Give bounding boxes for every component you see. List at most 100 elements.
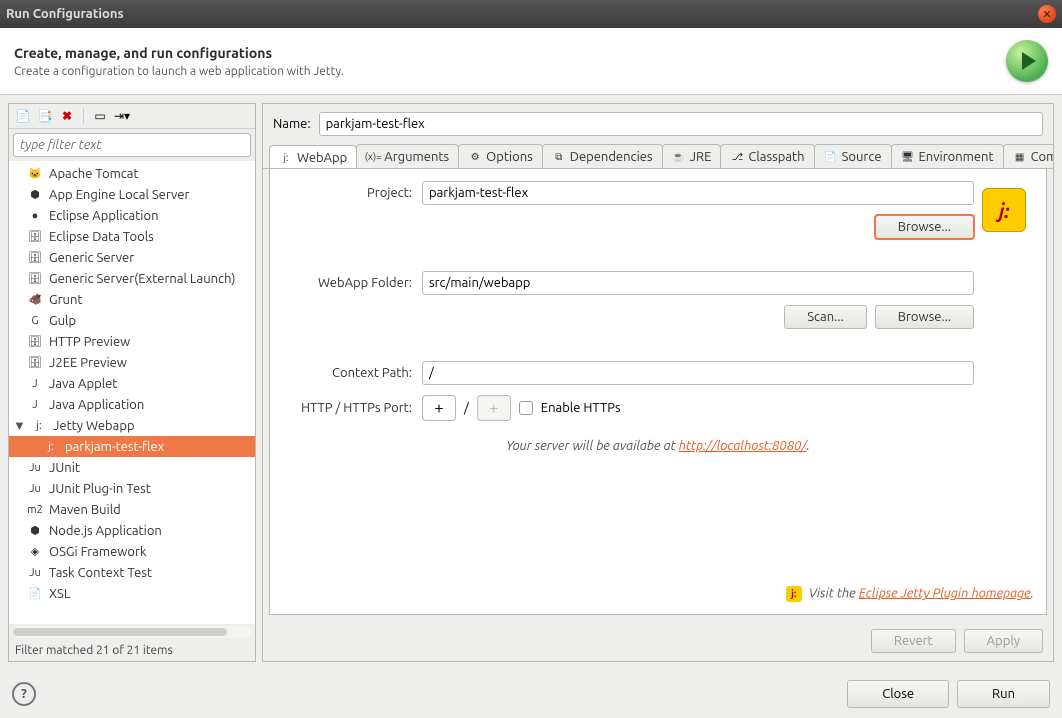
tab-label: Classpath — [748, 150, 804, 164]
webapp-folder-input[interactable] — [422, 271, 974, 295]
config-type-icon: 🗄 — [27, 355, 43, 371]
config-tree[interactable]: 🐱Apache Tomcat ⬢ App Engine Local Server ●E… — [9, 161, 255, 624]
tab-icon: ⚙ — [468, 150, 482, 164]
tree-item[interactable]: JuTask Context Test — [9, 562, 255, 583]
tree-item-label: Maven Build — [49, 503, 121, 517]
folder-browse-button[interactable]: Browse... — [875, 305, 974, 329]
tab-webapp[interactable]: j:WebApp — [269, 145, 357, 169]
header-title: Create, manage, and run configurations — [14, 45, 1006, 61]
close-button[interactable]: Close — [847, 680, 949, 708]
tab-label: Environment — [919, 150, 994, 164]
tree-item[interactable]: Ju JUnit Plug-in Test — [9, 478, 255, 499]
tab-arguments[interactable]: (x)=Arguments — [356, 144, 459, 168]
config-type-icon: ⬢ — [27, 187, 43, 203]
config-type-icon: ● — [27, 208, 43, 224]
tree-item[interactable]: 🗄HTTP Preview — [9, 331, 255, 352]
tree-item[interactable]: ▼j:Jetty Webapp — [9, 415, 255, 436]
tree-item-label: JUnit Plug-in Test — [49, 482, 151, 496]
jetty-logo: j: — [982, 188, 1026, 232]
config-type-icon: 🗄 — [27, 250, 43, 266]
tree-item-label: Java Application — [49, 398, 144, 412]
tree-item[interactable]: JJava Application — [9, 394, 255, 415]
server-info: Your server will be availabe at http://l… — [282, 439, 1034, 453]
tab-icon: ⧉ — [552, 150, 566, 164]
enable-https-checkbox[interactable] — [519, 401, 533, 415]
expand-arrow-icon[interactable]: ▼ — [13, 418, 25, 433]
tree-item-label: Generic Server — [49, 251, 134, 265]
tab-common[interactable]: ▦Common — [1003, 144, 1053, 168]
tab-label: WebApp — [297, 151, 347, 165]
delete-config-icon[interactable]: ✖ — [59, 108, 75, 124]
run-button[interactable]: Run — [957, 680, 1050, 708]
http-port-stepper[interactable]: + — [422, 395, 456, 421]
new-config-icon[interactable]: 📄 — [15, 108, 31, 124]
tab-classpath[interactable]: ⎇Classpath — [720, 144, 814, 168]
tree-item[interactable]: 📄XSL — [9, 583, 255, 604]
tab-icon: ☕ — [672, 150, 686, 164]
tree-item[interactable]: GGulp — [9, 310, 255, 331]
tab-icon: (x)= — [366, 150, 380, 164]
tab-label: JRE — [690, 150, 712, 164]
duplicate-config-icon[interactable]: 📑 — [37, 108, 53, 124]
left-toolbar: 📄 📑 ✖ ▭ ⇥▾ — [9, 104, 255, 129]
tab-options[interactable]: ⚙ Options — [458, 144, 543, 168]
tree-item[interactable]: ◈ OSGi Framework — [9, 541, 255, 562]
tree-item[interactable]: JJava Applet — [9, 373, 255, 394]
revert-button[interactable]: Revert — [871, 629, 956, 653]
footer-link-row: j: Visit the Eclipse Jetty Plugin homepa… — [282, 576, 1034, 602]
config-type-icon: G — [27, 313, 43, 329]
config-type-icon: Ju — [27, 481, 43, 497]
config-type-icon: ◈ — [27, 544, 43, 560]
tree-item-label: Jetty Webapp — [53, 419, 135, 433]
tree-item[interactable]: 🐗Grunt — [9, 289, 255, 310]
tree-item[interactable]: ⬢ App Engine Local Server — [9, 184, 255, 205]
tree-item[interactable]: 🗄 J2EE Preview — [9, 352, 255, 373]
tabstrip: j:WebApp(x)=Arguments ⚙ Options ⧉Dependenci… — [263, 144, 1053, 169]
tree-item[interactable]: ⬢Node.js Application — [9, 520, 255, 541]
context-path-input[interactable] — [422, 361, 974, 385]
tab-jre[interactable]: ☕ JRE — [662, 144, 722, 168]
tree-item[interactable]: 🐱Apache Tomcat — [9, 163, 255, 184]
apply-button[interactable]: Apply — [964, 629, 1043, 653]
scan-button[interactable]: Scan... — [784, 305, 867, 329]
horizontal-scrollbar[interactable] — [13, 626, 251, 638]
project-browse-button[interactable]: Browse... — [875, 215, 974, 239]
project-input[interactable] — [422, 181, 974, 205]
tab-label: Options — [486, 150, 533, 164]
dialog-footer: ? Close Run — [0, 670, 1062, 718]
tree-item[interactable]: ●Eclipse Application — [9, 205, 255, 226]
tree-item[interactable]: JuJUnit — [9, 457, 255, 478]
tab-environment[interactable]: 🖥Environment — [891, 144, 1004, 168]
jetty-homepage-link[interactable]: Eclipse Jetty Plugin homepage — [859, 586, 1031, 600]
tree-item-child[interactable]: j:parkjam-test-flex — [9, 436, 255, 457]
close-icon[interactable]: ✕ — [1038, 5, 1056, 23]
name-input[interactable] — [319, 112, 1043, 136]
tree-item[interactable]: m2 Maven Build — [9, 499, 255, 520]
tab-icon: 📄 — [824, 150, 838, 164]
tree-item[interactable]: 🗄Eclipse Data Tools — [9, 226, 255, 247]
tree-item-label: App Engine Local Server — [49, 188, 189, 202]
tree-item-label: Java Applet — [49, 377, 117, 391]
context-path-label: Context Path: — [282, 366, 422, 380]
tree-item[interactable]: 🗄 Generic Server — [9, 247, 255, 268]
tree-item-label: OSGi Framework — [49, 545, 146, 559]
project-label: Project: — [282, 186, 422, 200]
config-type-icon: 🐱 — [27, 166, 43, 182]
tree-item-label: J2EE Preview — [49, 356, 127, 370]
titlebar: Run Configurations ✕ — [0, 0, 1062, 28]
help-icon[interactable]: ? — [12, 682, 36, 706]
filter-config-icon[interactable]: ⇥▾ — [114, 108, 130, 124]
config-type-icon: 📄 — [27, 586, 43, 602]
window-title: Run Configurations — [6, 7, 124, 21]
config-type-icon: m2 — [27, 502, 43, 518]
tree-item[interactable]: 🗄Generic Server(External Launch) — [9, 268, 255, 289]
collapse-all-icon[interactable]: ▭ — [92, 108, 108, 124]
filter-input[interactable] — [13, 133, 251, 157]
https-port-stepper: + — [477, 395, 511, 421]
tab-label: Common — [1031, 150, 1053, 164]
config-type-icon: 🗄 — [27, 229, 43, 245]
tab-source[interactable]: 📄Source — [814, 144, 892, 168]
server-url-link[interactable]: http://localhost:8080/ — [679, 439, 807, 453]
tab-dependencies[interactable]: ⧉Dependencies — [542, 144, 663, 168]
config-type-icon: 🐗 — [27, 292, 43, 308]
